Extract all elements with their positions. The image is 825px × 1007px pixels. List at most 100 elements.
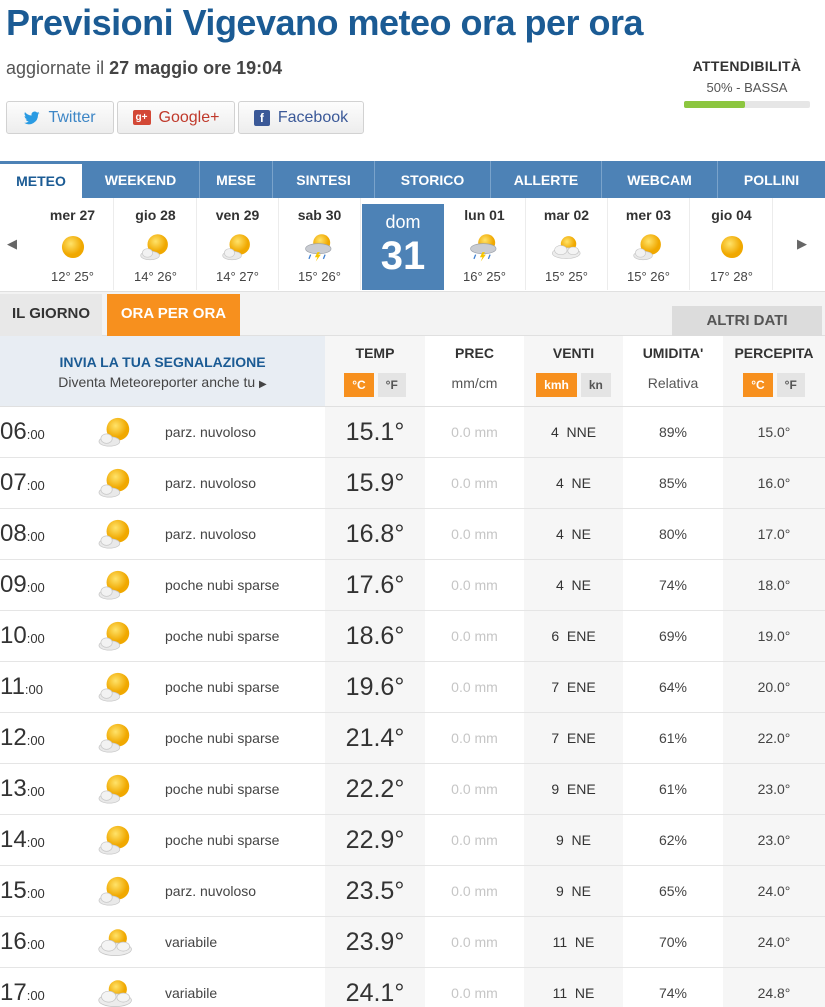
prev-arrow-icon[interactable]: ◀: [7, 236, 17, 252]
hourly-table: 06:00 parz. nuvoloso 15.1° 0.0 mm 4 NNE 89% 15…: [0, 407, 825, 1007]
day-temps: 17° 28°: [710, 269, 753, 284]
humidity-header-label: UMIDITA': [642, 345, 704, 361]
table-row: 14:00 poche nubi sparse 22.9° 0.0 mm 9 NE 62%…: [0, 815, 825, 866]
row-hour: 09:00: [0, 571, 45, 599]
row-humidity: 61%: [658, 781, 688, 797]
sun-cloud-icon: [96, 568, 136, 602]
temp-header: TEMP °C °F: [325, 336, 425, 406]
row-precipitation: 0.0 mm: [451, 934, 498, 950]
row-temperature: 15.1°: [325, 407, 425, 457]
row-description: poche nubi sparse: [165, 832, 280, 848]
updated-prefix: aggiornate il: [6, 58, 105, 78]
temp-celsius-toggle[interactable]: °C: [344, 373, 374, 397]
row-minutes: :00: [26, 427, 45, 442]
row-minutes: :00: [26, 733, 45, 748]
row-description: poche nubi sparse: [165, 781, 280, 797]
day-5[interactable]: lun 01 16° 25°: [444, 198, 526, 290]
row-hour-value: 07: [0, 469, 27, 496]
row-humidity: 62%: [658, 832, 688, 848]
google-plus-label: Google+: [158, 108, 220, 126]
row-wind: 11 NE: [524, 917, 623, 967]
day-name: gio 28: [135, 207, 176, 223]
day-3[interactable]: sab 30 15° 26°: [279, 198, 361, 290]
sun-icon: [56, 231, 90, 263]
day-0[interactable]: mer 27 12° 25°: [32, 198, 114, 290]
row-description: poche nubi sparse: [165, 577, 280, 593]
row-minutes: :00: [26, 988, 45, 1003]
tab-storico[interactable]: STORICO: [375, 161, 491, 198]
page-title: Previsioni Vigevano meteo ora per ora: [6, 2, 644, 43]
row-wind: 7 ENE: [524, 662, 623, 712]
sun-cloud-icon: [96, 721, 136, 755]
day-temps: 15° 26°: [627, 269, 670, 284]
day-8[interactable]: gio 04 17° 28°: [691, 198, 773, 290]
google-plus-button[interactable]: g+ Google+: [117, 101, 235, 134]
thunderstorm-icon: [303, 231, 337, 263]
wind-kmh-toggle[interactable]: kmh: [536, 373, 577, 397]
tab-il-giorno[interactable]: IL GIORNO: [0, 294, 102, 336]
row-perceived: 23.0°: [723, 764, 825, 814]
tab-weekend[interactable]: WEEKEND: [82, 161, 200, 198]
day-6[interactable]: mar 02 15° 25°: [526, 198, 608, 290]
row-humidity: 70%: [658, 934, 688, 950]
row-wind: 4 NE: [524, 458, 623, 508]
day-4[interactable]: dom 31: [362, 204, 444, 290]
altri-dati-button[interactable]: ALTRI DATI: [672, 306, 822, 336]
tab-sintesi[interactable]: SINTESI: [273, 161, 375, 198]
row-precipitation: 0.0 mm: [451, 577, 498, 593]
row-precipitation: 0.0 mm: [451, 883, 498, 899]
row-humidity: 85%: [658, 475, 688, 491]
day-name: mer 27: [49, 207, 96, 223]
row-wind: 9 NE: [524, 815, 623, 865]
sun-cloud-icon: [96, 874, 136, 908]
table-row: 10:00 poche nubi sparse 18.6° 0.0 mm 6 ENE 69…: [0, 611, 825, 662]
row-hour-value: 11: [0, 673, 25, 700]
row-precipitation: 0.0 mm: [451, 832, 498, 848]
row-hour-value: 10: [0, 622, 27, 649]
tab-ora-per-ora[interactable]: ORA PER ORA: [107, 294, 240, 336]
sun-cloud-icon: [96, 823, 136, 857]
row-humidity: 61%: [658, 730, 688, 746]
prec-header: PREC mm/cm: [425, 336, 524, 406]
table-row: 09:00 poche nubi sparse 17.6° 0.0 mm 4 NE 74%…: [0, 560, 825, 611]
row-temperature: 23.5°: [325, 866, 425, 916]
twitter-button[interactable]: Twitter: [6, 101, 114, 134]
temp-fahrenheit-toggle[interactable]: °F: [377, 373, 406, 397]
row-precipitation: 0.0 mm: [451, 526, 498, 542]
cloud-sun-icon: [96, 976, 136, 1007]
thunderstorm-icon: [468, 231, 502, 263]
perceived-celsius-toggle[interactable]: °C: [743, 373, 773, 397]
table-row: 07:00 parz. nuvoloso 15.9° 0.0 mm 4 NE 85% 16.…: [0, 458, 825, 509]
day-1[interactable]: gio 28 14° 26°: [115, 198, 197, 290]
row-humidity: 65%: [658, 883, 688, 899]
prec-header-label: PREC: [455, 345, 494, 361]
row-perceived: 24.0°: [723, 917, 825, 967]
next-arrow-icon[interactable]: ▶: [797, 236, 807, 252]
day-selector: ◀ ▶ mer 27 12° 25° gio 28 14° 26° ven 29 14° …: [0, 198, 825, 292]
wind-kn-toggle[interactable]: kn: [580, 373, 611, 397]
day-name: mer 03: [625, 207, 672, 223]
reliability-value: 50% - BASSA: [706, 80, 788, 95]
tab-meteo[interactable]: METEO: [0, 161, 82, 198]
row-precipitation: 0.0 mm: [451, 781, 498, 797]
perceived-fahrenheit-toggle[interactable]: °F: [776, 373, 805, 397]
day-2[interactable]: ven 29 14° 27°: [197, 198, 279, 290]
report-subtitle-text: Diventa Meteoreporter anche tu: [58, 374, 256, 390]
row-minutes: :00: [24, 682, 43, 697]
row-hour: 12:00: [0, 724, 45, 752]
row-minutes: :00: [26, 631, 45, 646]
row-humidity: 74%: [658, 985, 688, 1001]
row-hour: 15:00: [0, 877, 45, 905]
tab-pollini[interactable]: POLLINI: [718, 161, 825, 198]
tab-allerte[interactable]: ALLERTE: [491, 161, 602, 198]
updated-info: aggiornate il 27 maggio ore 19:04: [6, 58, 282, 79]
row-hour: 11:00: [0, 673, 43, 701]
report-banner[interactable]: INVIA LA TUA SEGNALAZIONE Diventa Meteor…: [0, 336, 325, 406]
facebook-button[interactable]: f Facebook: [238, 101, 364, 134]
row-precipitation: 0.0 mm: [451, 424, 498, 440]
row-hour-value: 17: [0, 979, 27, 1006]
wind-header-label: VENTI: [552, 345, 595, 361]
tab-mese[interactable]: MESE: [200, 161, 273, 198]
tab-webcam[interactable]: WEBCAM: [602, 161, 718, 198]
day-7[interactable]: mer 03 15° 26°: [608, 198, 690, 290]
